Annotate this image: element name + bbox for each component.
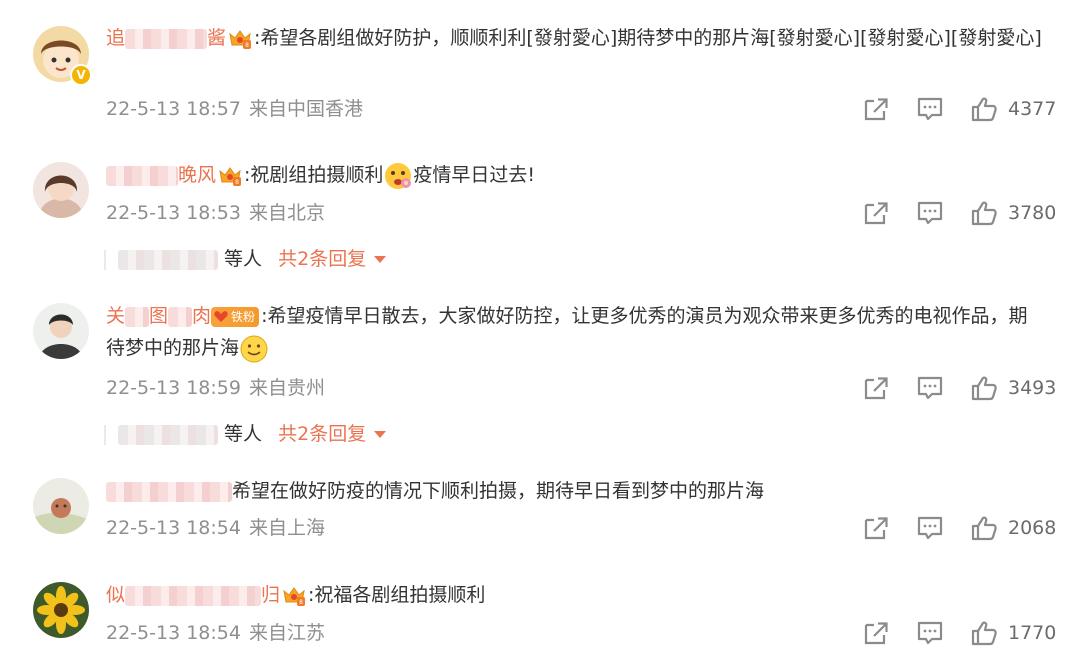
vip-crown-icon — [218, 165, 242, 187]
comment-text-line: 晚风 :祝剧组拍摄顺利 疫情早日过去! — [106, 159, 535, 191]
share-icon[interactable] — [862, 620, 890, 646]
chevron-down-icon — [374, 256, 387, 263]
comment-text-line: 希望在做好防疫的情况下顺利拍摄，期待早日看到梦中的那片海 — [106, 475, 764, 507]
username[interactable]: 追酱 — [106, 22, 226, 54]
comment-actions: 3493 — [860, 373, 1060, 403]
source-location: 来自中国香港 — [248, 98, 363, 120]
username[interactable] — [106, 475, 232, 507]
comment-actions: 4377 — [860, 94, 1060, 124]
comment-content: 希望在做好防疫的情况下顺利拍摄，期待早日看到梦中的那片海 — [232, 480, 765, 502]
timestamp: 22-5-13 18:54 — [106, 517, 241, 539]
chevron-down-icon — [374, 431, 387, 438]
thumbs-up-icon[interactable] — [970, 620, 998, 646]
share-icon[interactable] — [862, 96, 890, 122]
reply-users-blurred — [118, 424, 218, 445]
verified-v-icon: V — [70, 64, 92, 86]
source-location: 来自贵州 — [248, 377, 325, 399]
smiley-emoji-icon — [240, 335, 268, 362]
thumbs-up-icon[interactable] — [970, 515, 998, 541]
thumbs-up-icon[interactable] — [970, 96, 998, 122]
like-count: 3493 — [1008, 377, 1057, 399]
comment-icon[interactable] — [916, 620, 944, 646]
like-count: 4377 — [1008, 98, 1057, 120]
share-icon[interactable] — [862, 200, 890, 226]
share-icon[interactable] — [862, 515, 890, 541]
comment-icon[interactable] — [916, 200, 944, 226]
source-location: 来自北京 — [248, 202, 325, 224]
timestamp: 22-5-13 18:53 — [106, 202, 241, 224]
comment-meta: 22-5-13 18:54 来自江苏 — [106, 619, 325, 647]
comment-meta: 22-5-13 18:53 来自北京 — [106, 199, 325, 227]
avatar[interactable] — [33, 162, 89, 218]
comment-content: :希望各剧组做好防护，顺顺利利[發射愛心]期待梦中的那片海[發射愛心][發射愛心… — [254, 27, 1042, 49]
reply-users-blurred — [118, 249, 218, 270]
replies-summary: 等人 共2条回复 — [104, 419, 387, 449]
comment-meta: 22-5-13 18:59 来自贵州 — [106, 374, 325, 402]
view-replies-link[interactable]: 共2条回复 — [278, 248, 387, 270]
comment-content: :祝福各剧组拍摄顺利 — [308, 584, 486, 606]
source-location: 来自江苏 — [248, 622, 325, 644]
share-icon[interactable] — [862, 375, 890, 401]
timestamp: 22-5-13 18:54 — [106, 622, 241, 644]
comment-text-line: 关图肉铁粉:希望疫情早日散去，大家做好防控，让更多优秀的演员为观众带来更多优秀的… — [106, 300, 1046, 364]
replies-summary: 等人 共2条回复 — [104, 244, 387, 274]
comment-actions: 3780 — [860, 198, 1060, 228]
comment-actions: 1770 — [860, 618, 1060, 648]
like-count: 1770 — [1008, 622, 1057, 644]
vip-crown-icon — [228, 28, 252, 50]
comment-text-line: 似归 :祝福各剧组拍摄顺利 — [106, 579, 485, 611]
comment-icon[interactable] — [916, 375, 944, 401]
comment-text-line: 追酱 :希望各剧组做好防护，顺顺利利[發射愛心]期待梦中的那片海[發射愛心][發射… — [106, 22, 1046, 54]
reply-divider — [104, 249, 106, 270]
thumbs-up-icon[interactable] — [970, 375, 998, 401]
username[interactable]: 似归 — [106, 579, 280, 611]
username[interactable]: 晚风 — [106, 159, 216, 191]
fan-badge: 铁粉 — [211, 306, 260, 327]
comment-content: :祝剧组拍摄顺利 — [244, 164, 384, 186]
thumbs-up-icon[interactable] — [970, 200, 998, 226]
vip-crown-icon — [282, 585, 306, 607]
flower-face-emoji-icon — [385, 162, 412, 189]
like-count: 3780 — [1008, 202, 1057, 224]
comment-content-cont: 疫情早日过去! — [413, 164, 536, 186]
comment-icon[interactable] — [916, 515, 944, 541]
view-replies-link[interactable]: 共2条回复 — [278, 423, 387, 445]
replies-suffix: 等人 — [224, 423, 263, 445]
source-location: 来自上海 — [248, 517, 325, 539]
comment-icon[interactable] — [916, 96, 944, 122]
avatar[interactable] — [33, 478, 89, 534]
replies-suffix: 等人 — [224, 248, 263, 270]
timestamp: 22-5-13 18:57 — [106, 98, 241, 120]
comment-actions: 2068 — [860, 513, 1060, 543]
heart-icon — [214, 310, 228, 322]
comment-meta: 22-5-13 18:57 来自中国香港 — [106, 95, 363, 123]
timestamp: 22-5-13 18:59 — [106, 377, 241, 399]
reply-divider — [104, 424, 106, 445]
comment-meta: 22-5-13 18:54 来自上海 — [106, 514, 325, 542]
avatar[interactable] — [33, 582, 89, 638]
username[interactable]: 关图肉 — [106, 300, 211, 332]
avatar[interactable] — [33, 303, 89, 359]
like-count: 2068 — [1008, 517, 1057, 539]
